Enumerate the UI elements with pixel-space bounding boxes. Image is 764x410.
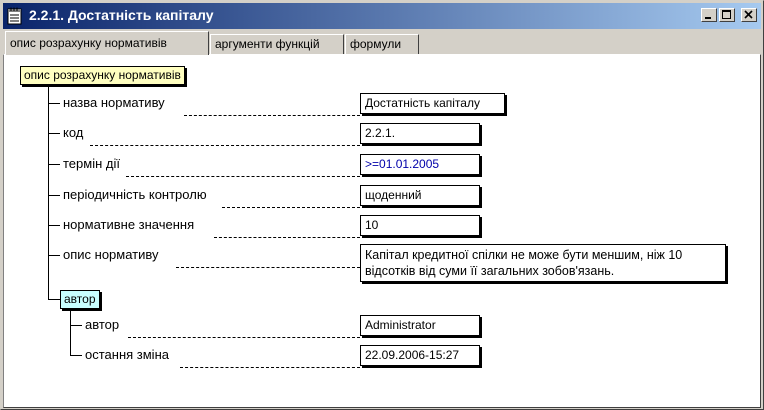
field-value-name[interactable]: Достатність капіталу <box>360 93 505 114</box>
leader-line <box>222 207 360 208</box>
tab-strip: опис розрахунку нормативів аргументи фун… <box>3 31 761 55</box>
field-value-description[interactable]: Капітал кредитної спілки не може бути ме… <box>360 244 726 282</box>
tree-connector <box>48 87 49 300</box>
minimize-icon <box>705 17 711 19</box>
branch-line <box>48 164 60 165</box>
maximize-icon <box>722 10 731 19</box>
notepad-icon[interactable] <box>7 7 23 25</box>
field-label-code: код <box>63 125 84 140</box>
field-label-normative-value: нормативне значення <box>63 217 195 232</box>
maximize-button[interactable] <box>719 8 735 22</box>
field-label-name: назва нормативу <box>63 95 165 110</box>
field-value-last-change[interactable]: 22.09.2006-15:27 <box>360 345 480 366</box>
branch-line <box>70 355 82 356</box>
leader-line <box>180 367 360 368</box>
branch-line <box>48 103 60 104</box>
tab-formulas[interactable]: формули <box>345 34 419 54</box>
close-button[interactable] <box>741 8 757 22</box>
window-title: 2.2.1. Достатність капіталу <box>29 7 214 23</box>
tree-connector <box>70 309 71 355</box>
tab-content-panel: опис розрахунку нормативів назва нормати… <box>3 54 761 408</box>
branch-line <box>48 133 60 134</box>
branch-line <box>48 255 60 256</box>
application-window: 2.2.1. Достатність капіталу опис розраху… <box>0 0 764 410</box>
field-label-periodicity: періодичність контролю <box>63 187 207 202</box>
field-label-last-change: остання зміна <box>85 347 169 362</box>
field-value-periodicity[interactable]: щоденний <box>360 185 480 206</box>
minimize-button[interactable] <box>701 8 717 22</box>
leader-line <box>126 176 360 177</box>
field-label-validity: термін дії <box>63 156 120 171</box>
author-group-node[interactable]: автор <box>60 290 100 309</box>
tab-function-arguments[interactable]: аргументи функцій <box>210 34 344 54</box>
field-value-validity[interactable]: >=01.01.2005 <box>360 154 480 175</box>
field-value-author[interactable]: Administrator <box>360 315 480 336</box>
tab-calculation-description[interactable]: опис розрахунку нормативів <box>5 31 209 55</box>
branch-line <box>70 325 82 326</box>
field-value-code[interactable]: 2.2.1. <box>360 123 480 144</box>
leader-line <box>90 145 360 146</box>
leader-line <box>128 337 360 338</box>
branch-line <box>48 225 60 226</box>
branch-line <box>48 299 60 300</box>
field-label-description: опис нормативу <box>63 247 159 262</box>
root-node[interactable]: опис розрахунку нормативів <box>20 66 185 85</box>
field-label-author: автор <box>85 317 120 332</box>
tree-canvas: опис розрахунку нормативів назва нормати… <box>4 55 760 407</box>
title-bar[interactable]: 2.2.1. Достатність капіталу <box>3 3 761 29</box>
close-icon <box>744 10 753 19</box>
field-value-normative-value[interactable]: 10 <box>360 215 480 236</box>
leader-line <box>214 237 360 238</box>
leader-line <box>184 115 360 116</box>
leader-line <box>176 267 360 268</box>
branch-line <box>48 195 60 196</box>
